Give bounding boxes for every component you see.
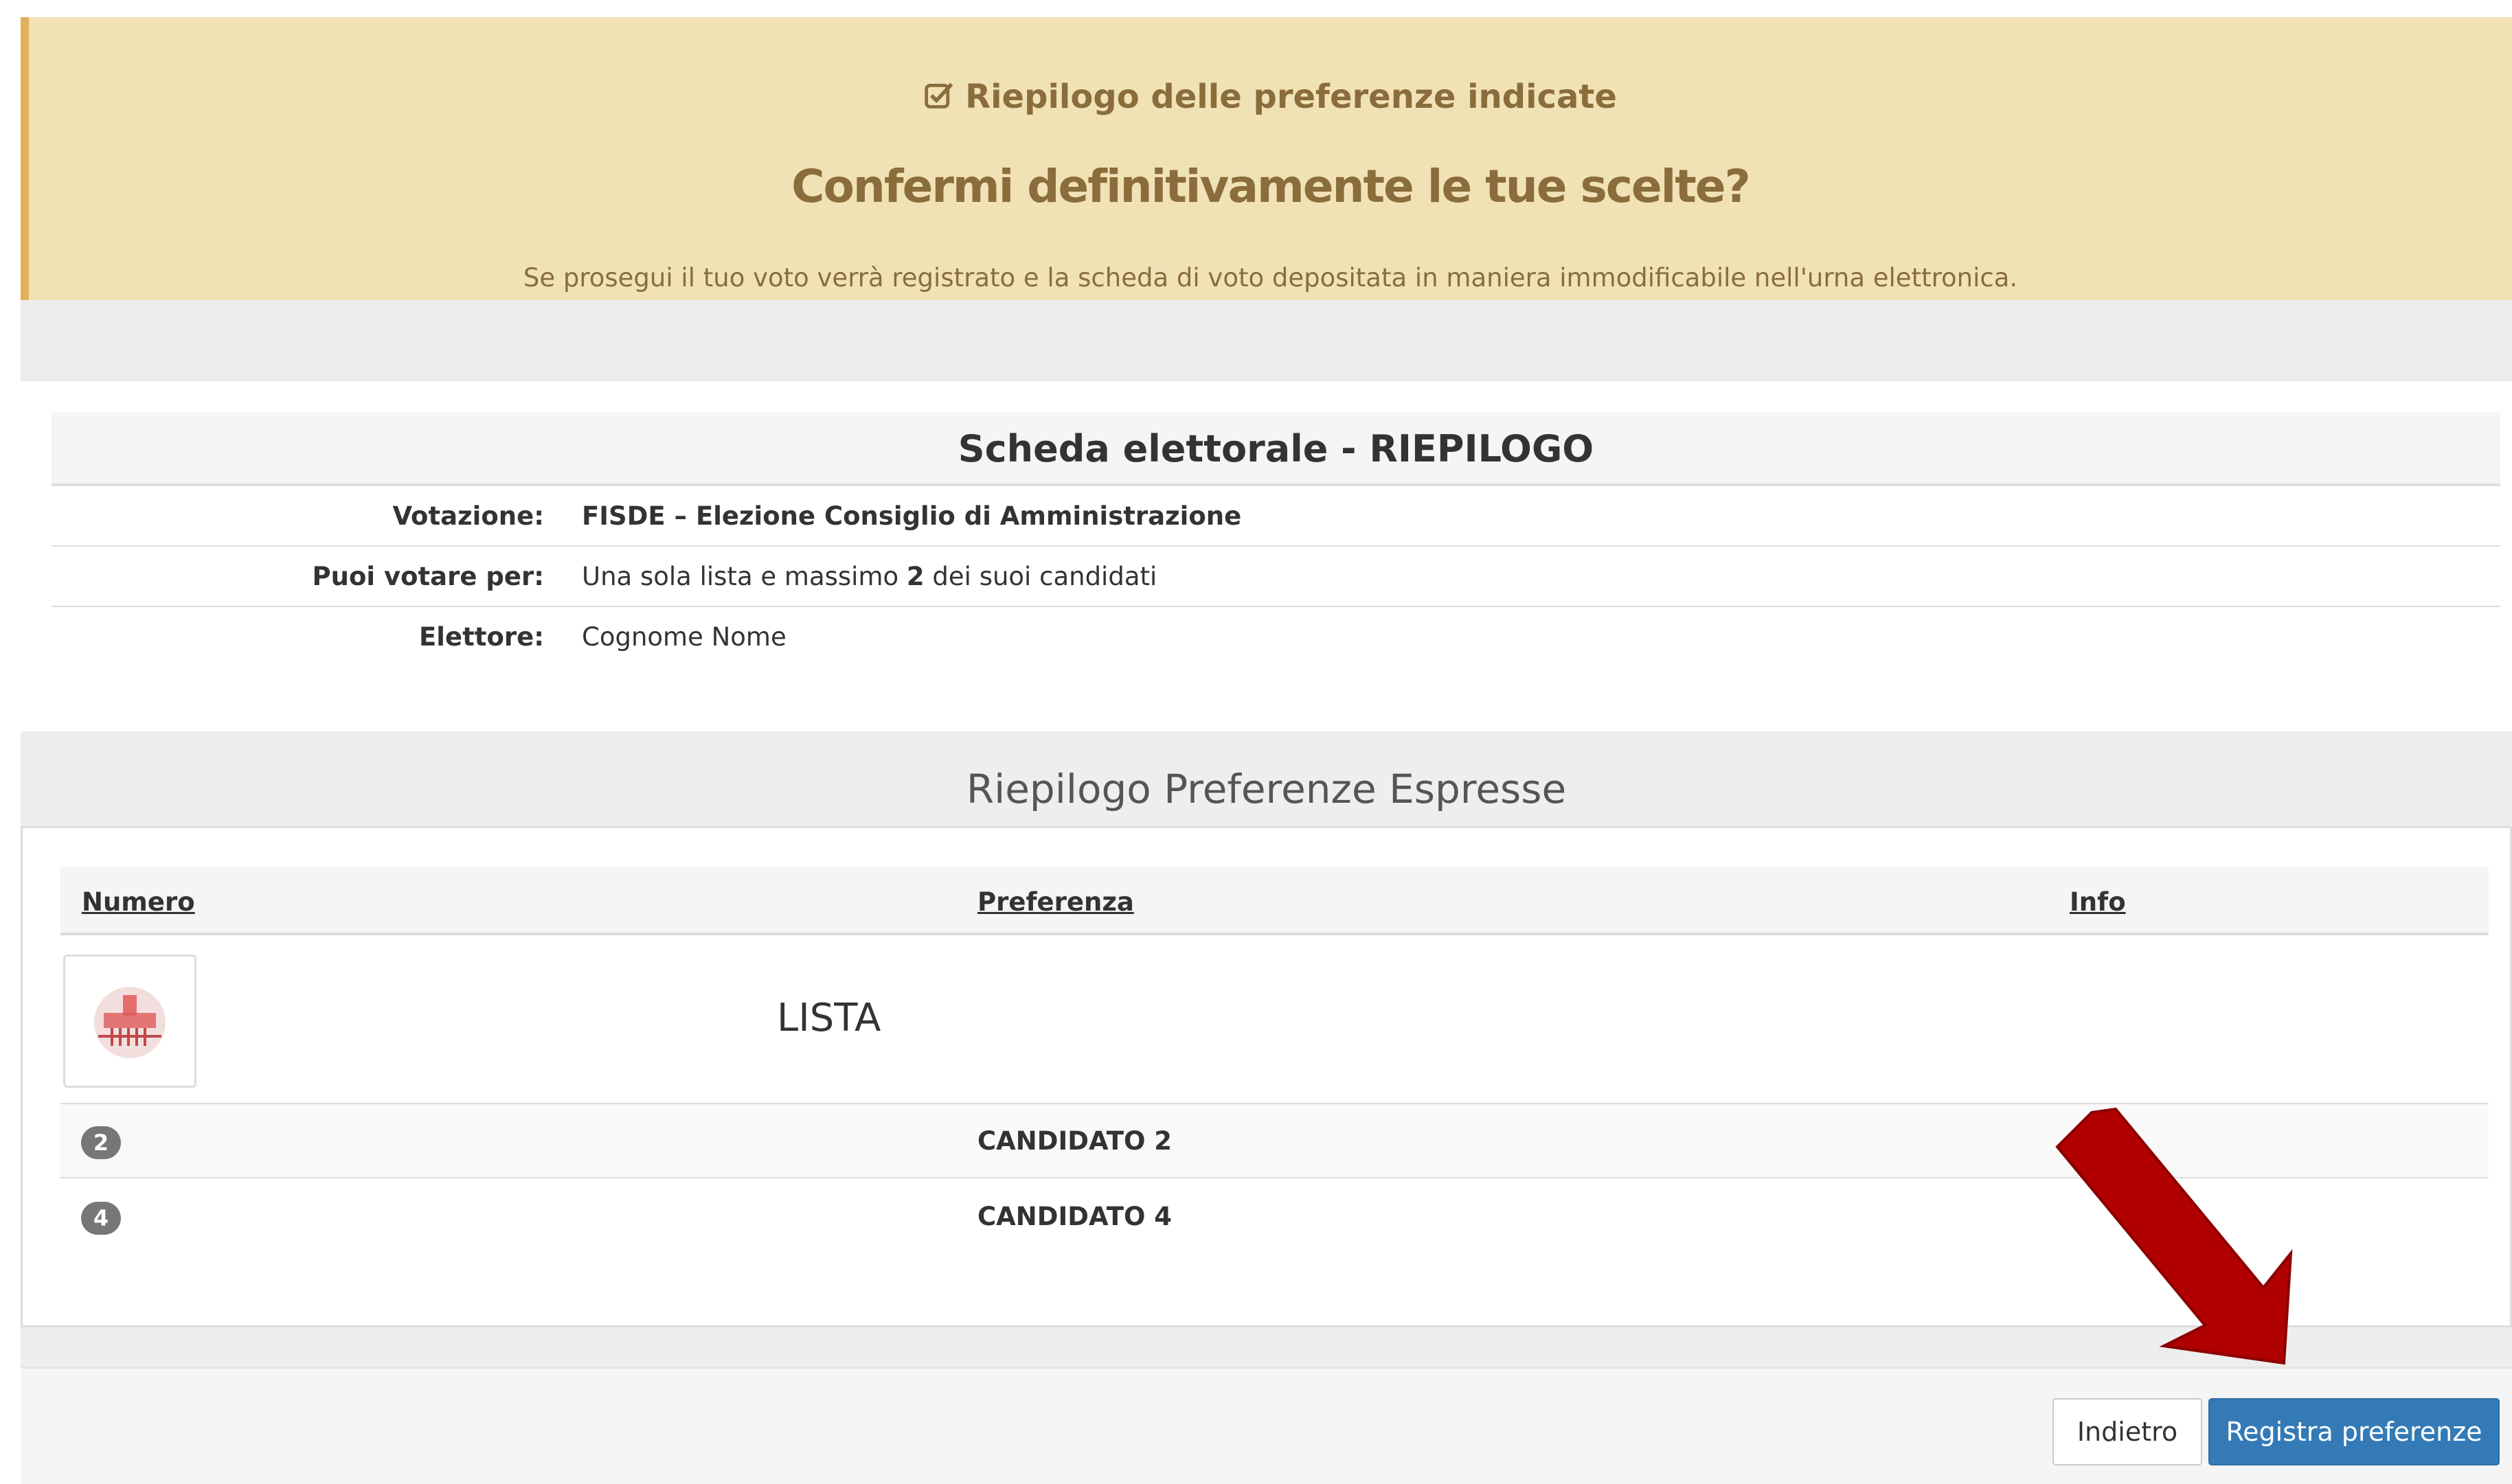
ballot-row-elettore: Elettore: Cognome Nome [52, 607, 2500, 667]
submit-preferences-button[interactable]: Registra preferenze [2208, 1398, 2500, 1465]
ballot-label: Elettore: [419, 622, 544, 652]
table-row-list: LISTA [60, 938, 2489, 1104]
candidate-number-badge: 2 [81, 1126, 121, 1159]
ballot-value: FISDE – Elezione Consiglio di Amministra… [582, 501, 1242, 531]
confirmation-banner: Riepilogo delle preferenze indicate Conf… [21, 17, 2512, 300]
preferences-title: Riepilogo Preferenze Espresse [966, 766, 1567, 812]
column-header-numero[interactable]: Numero [82, 887, 195, 917]
form-footer: Indietro Registra preferenze [21, 1367, 2512, 1484]
table-header: Numero Preferenza Info [60, 867, 2489, 935]
banner-title: Riepilogo delle preferenze indicate [29, 78, 2512, 116]
ballot-summary-panel: Scheda elettorale - RIEPILOGO Votazione:… [21, 381, 2512, 731]
ballot-value: Cognome Nome [582, 622, 787, 652]
back-button[interactable]: Indietro [2052, 1398, 2202, 1465]
candidate-name: CANDIDATO 4 [977, 1202, 1173, 1231]
list-logo [63, 955, 196, 1088]
candidate-number-badge: 4 [81, 1202, 121, 1235]
ballot-row-puoi-votare: Puoi votare per: Una sola lista e massim… [52, 547, 2500, 607]
ballot-row-votazione: Votazione: FISDE – Elezione Consiglio di… [52, 486, 2500, 547]
banner-question: Confermi definitivamente le tue scelte? [791, 160, 1751, 213]
list-label: LISTA [777, 996, 881, 1040]
spacer [21, 300, 2512, 381]
ballot-value-part: Una sola lista e massimo [582, 562, 907, 591]
ballot-value: Una sola lista e massimo 2 dei suoi cand… [582, 547, 1157, 607]
annotation-arrow-icon [2055, 1107, 2293, 1365]
ballot-value-count: 2 [906, 562, 925, 591]
ballot-label: Puoi votare per: [312, 562, 544, 591]
ballot-header: Scheda elettorale - RIEPILOGO [52, 412, 2500, 486]
ballot-value-part: dei suoi candidati [924, 562, 1157, 591]
page: Riepilogo delle preferenze indicate Conf… [0, 0, 2512, 1484]
list-logo-icon [94, 987, 166, 1058]
check-square-icon [925, 82, 953, 109]
column-header-preferenza[interactable]: Preferenza [977, 887, 1134, 917]
ballot-label: Votazione: [392, 501, 544, 531]
column-header-info[interactable]: Info [2070, 887, 2126, 917]
banner-title-text: Riepilogo delle preferenze indicate [965, 78, 1617, 116]
banner-note: Se prosegui il tuo voto verrà registrato… [523, 263, 2018, 293]
candidate-name: CANDIDATO 2 [977, 1126, 1173, 1156]
